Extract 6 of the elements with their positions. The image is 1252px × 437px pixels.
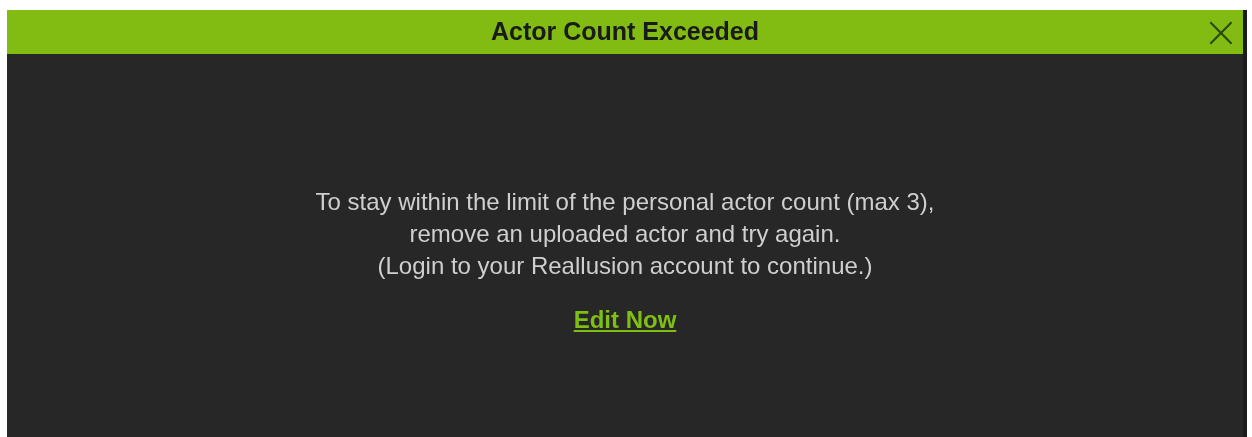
message-text: remove an uploaded actor and try again. xyxy=(409,219,841,249)
message-text: (Login to your Reallusion account to continue.) xyxy=(377,251,873,281)
message-text: To stay within the limit of the personal actor count (max 3), xyxy=(315,187,935,217)
close-button[interactable]: × xyxy=(1201,10,1241,54)
edit-now-link[interactable]: Edit Now xyxy=(573,302,677,338)
dialog-title: Actor Count Exceeded xyxy=(490,16,760,48)
